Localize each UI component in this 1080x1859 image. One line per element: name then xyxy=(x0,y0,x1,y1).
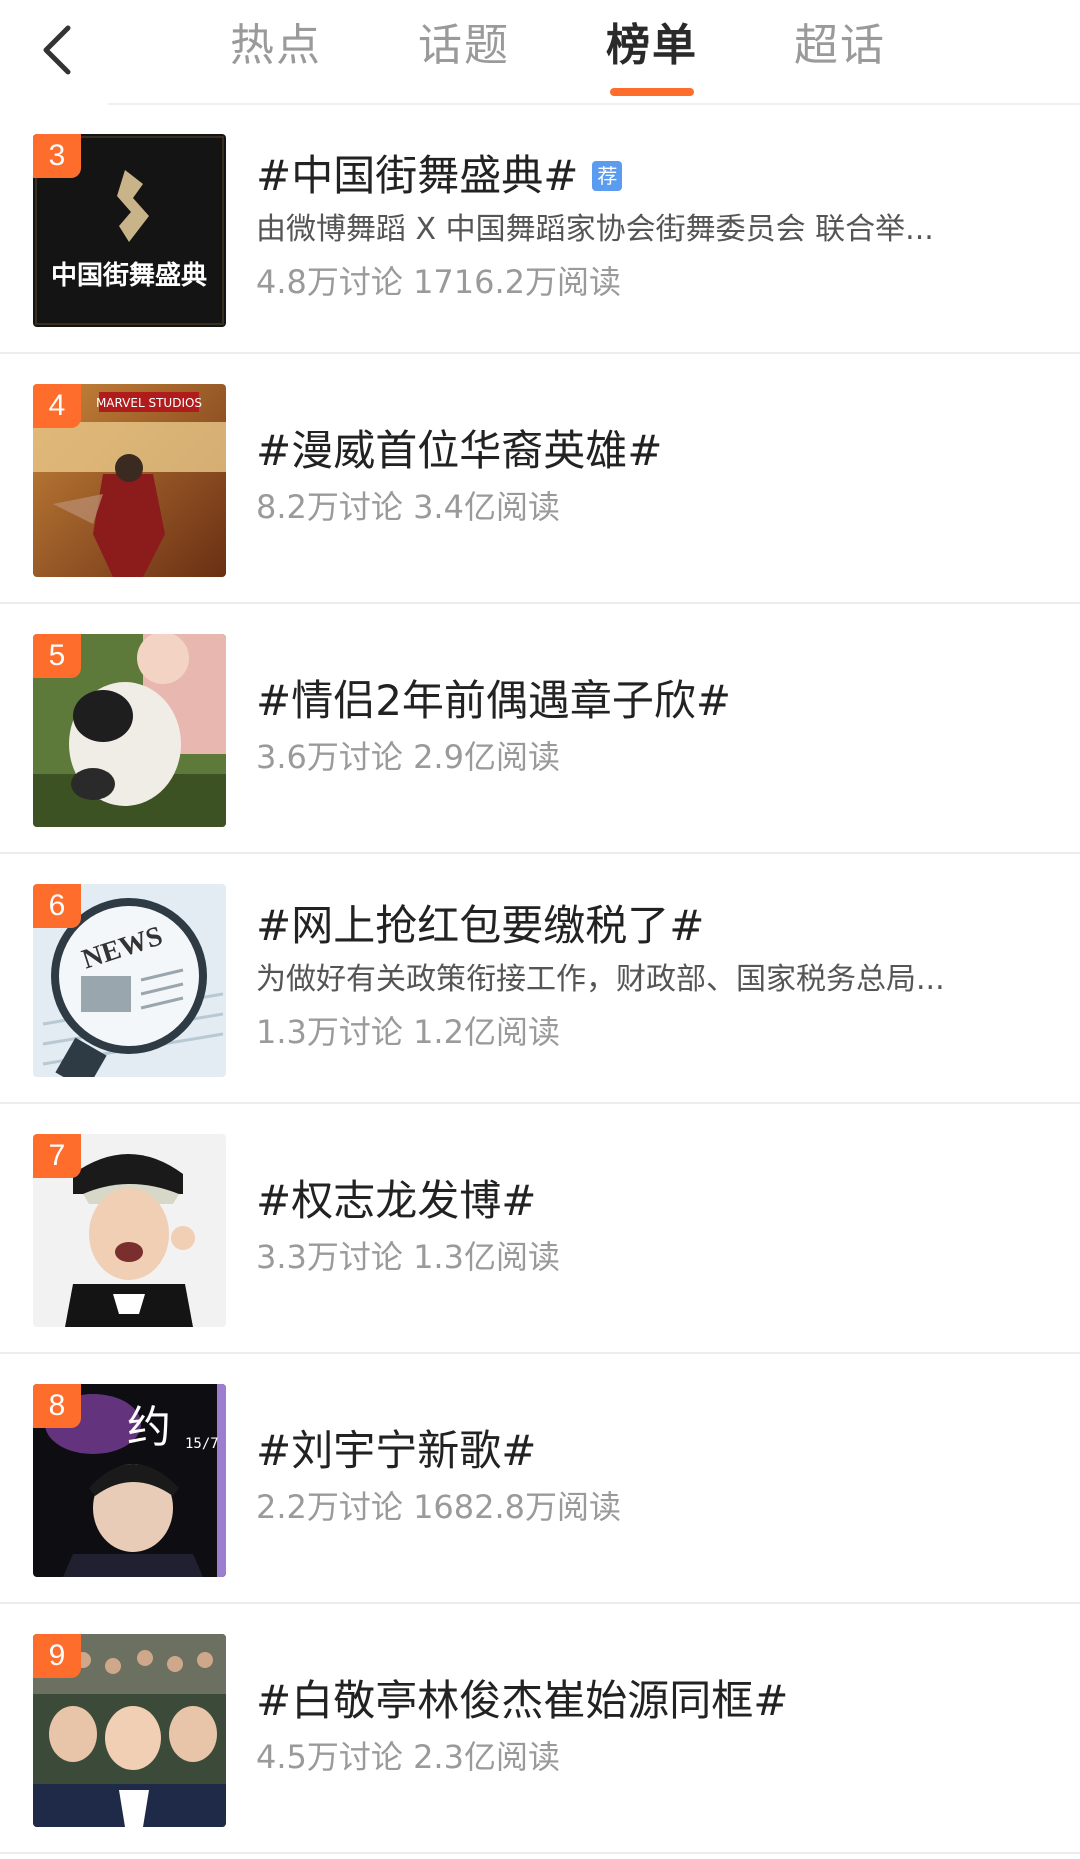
topic-title: #权志龙发博# xyxy=(256,1176,537,1225)
topic-stats: 4.5万讨论 2.3亿阅读 xyxy=(256,1738,560,1776)
topic-thumbnail: 5 xyxy=(33,634,226,827)
topic-item[interactable]: 约 15/7 8 #刘宇宁新歌# 2.2万讨论 1682.8万阅读 xyxy=(0,1354,1080,1604)
rank-badge: 6 xyxy=(33,884,81,928)
topic-description: 由微博舞蹈 X 中国舞蹈家协会街舞委员会 联合举... xyxy=(256,212,934,247)
active-tab-indicator xyxy=(610,88,694,96)
topic-thumbnail: 中国街舞盛典 3 xyxy=(33,134,226,327)
rank-badge: 9 xyxy=(33,1634,81,1678)
rank-badge: 7 xyxy=(33,1134,81,1178)
topic-stats: 8.2万讨论 3.4亿阅读 xyxy=(256,488,560,526)
chevron-left-icon xyxy=(43,25,71,75)
back-button[interactable] xyxy=(28,18,88,82)
svg-text:约: 约 xyxy=(127,1402,171,1453)
rank-badge: 5 xyxy=(33,634,81,678)
topic-title: #漫威首位华裔英雄# xyxy=(256,426,663,475)
topic-stats: 1.3万讨论 1.2亿阅读 xyxy=(256,1013,560,1051)
top-nav-bar: 热点 话题 榜单 超话 xyxy=(0,0,1080,105)
topic-list: 中国街舞盛典 3 #中国街舞盛典# 荐 由微博舞蹈 X 中国舞蹈家协会街舞委员会… xyxy=(0,104,1080,1854)
topic-item[interactable]: NEWS 6 #网上抢红包要缴税了# 为做好有关政策衔接工作，财政部、国家税务总… xyxy=(0,854,1080,1104)
topic-thumbnail: 约 15/7 8 xyxy=(33,1384,226,1577)
topic-title: #情侣2年前偶遇章子欣# xyxy=(256,676,732,725)
topic-title: #刘宇宁新歌# xyxy=(256,1426,537,1475)
topic-thumbnail: 9 xyxy=(33,1634,226,1827)
topic-stats: 4.8万讨论 1716.2万阅读 xyxy=(256,263,622,301)
topic-thumbnail: NEWS 6 xyxy=(33,884,226,1077)
topic-thumbnail: MARVEL STUDIOS 4 xyxy=(33,384,226,577)
topic-stats: 3.3万讨论 1.3亿阅读 xyxy=(256,1238,560,1276)
topic-description: 为做好有关政策衔接工作，财政部、国家税务总局... xyxy=(256,962,945,997)
tab-hot[interactable]: 热点 xyxy=(182,0,370,104)
topic-item[interactable]: 5 #情侣2年前偶遇章子欣# 3.6万讨论 2.9亿阅读 xyxy=(0,604,1080,854)
topic-item[interactable]: 9 #白敬亭林俊杰崔始源同框# 4.5万讨论 2.3亿阅读 xyxy=(0,1604,1080,1854)
rank-badge: 3 xyxy=(33,134,81,178)
tab-super-topics[interactable]: 超话 xyxy=(746,0,934,104)
tab-label: 榜单 xyxy=(606,20,698,71)
topic-title-line: #中国街舞盛典# 荐 xyxy=(256,147,1050,205)
topic-item[interactable]: 7 #权志龙发博# 3.3万讨论 1.3亿阅读 xyxy=(0,1104,1080,1354)
tab-label: 热点 xyxy=(230,20,322,71)
topic-item[interactable]: MARVEL STUDIOS 4 #漫威首位华裔英雄# 8.2万讨论 3.4亿阅… xyxy=(0,354,1080,604)
topic-title: #中国街舞盛典# xyxy=(256,151,579,200)
thumb-caption: 中国街舞盛典 xyxy=(51,260,207,291)
topic-stats: 3.6万讨论 2.9亿阅读 xyxy=(256,738,560,776)
topic-stats: 2.2万讨论 1682.8万阅读 xyxy=(256,1488,622,1526)
tab-rankings[interactable]: 榜单 xyxy=(558,0,746,104)
topic-thumbnail: 7 xyxy=(33,1134,226,1327)
thumb-caption: 15/7 xyxy=(185,1436,219,1452)
tab-label: 超话 xyxy=(794,20,886,71)
recommend-badge: 荐 xyxy=(592,161,623,191)
topic-title: #白敬亭林俊杰崔始源同框# xyxy=(256,1676,789,1725)
tab-topics[interactable]: 话题 xyxy=(370,0,558,104)
tab-bar: 热点 话题 榜单 超话 xyxy=(182,0,934,104)
rank-badge: 8 xyxy=(33,1384,81,1428)
tab-label: 话题 xyxy=(418,20,510,71)
thumb-caption: MARVEL STUDIOS xyxy=(96,396,202,410)
topic-item[interactable]: 中国街舞盛典 3 #中国街舞盛典# 荐 由微博舞蹈 X 中国舞蹈家协会街舞委员会… xyxy=(0,104,1080,354)
rank-badge: 4 xyxy=(33,384,81,428)
topic-title: #网上抢红包要缴税了# xyxy=(256,901,705,950)
